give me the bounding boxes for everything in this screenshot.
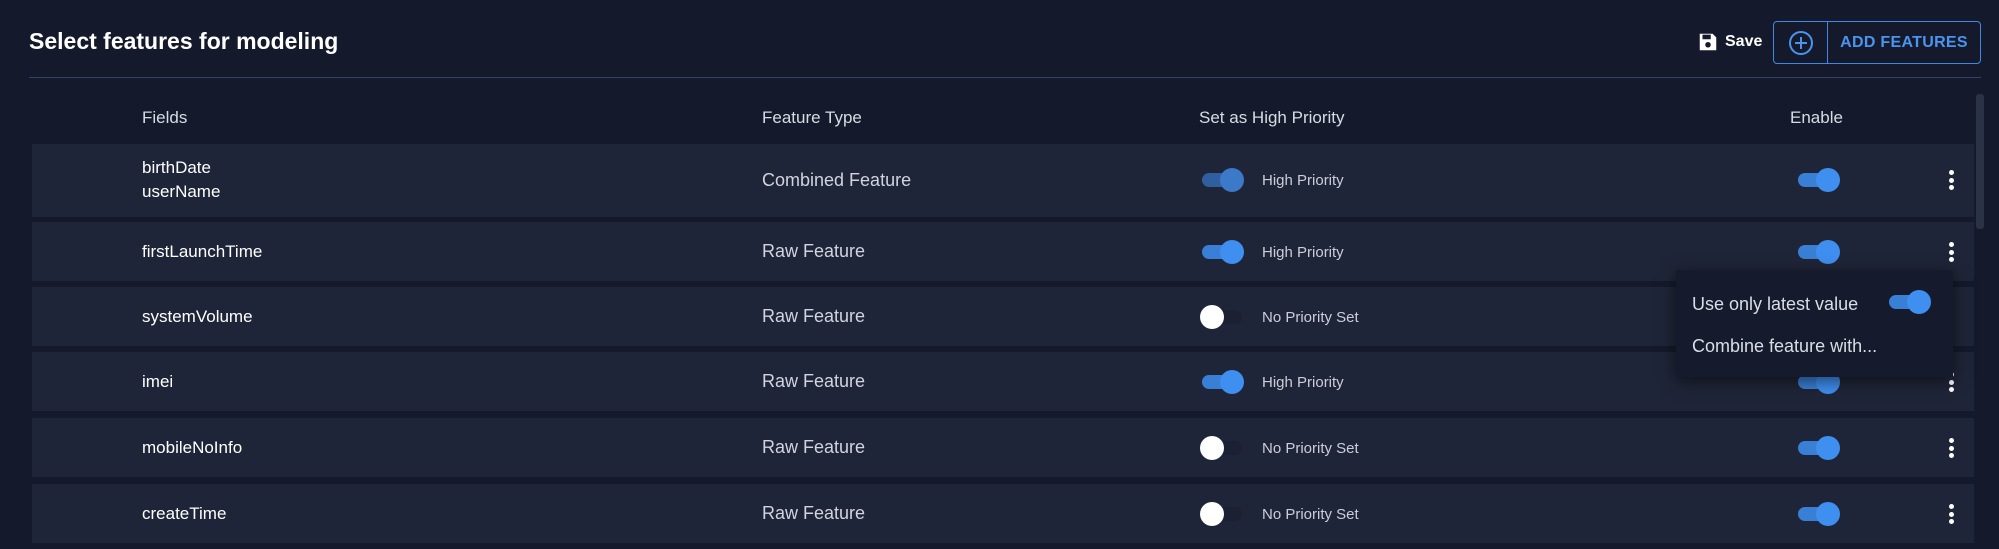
save-button-label: Save (1725, 33, 1763, 50)
priority-label: High Priority (1262, 373, 1344, 391)
priority-cell: No Priority Set (1200, 305, 1359, 329)
enable-toggle[interactable] (1796, 240, 1840, 264)
feature-type: Raw Feature (762, 241, 866, 261)
field-name-line: userName (142, 182, 221, 201)
feature-type: Raw Feature (762, 306, 866, 326)
add-features-button[interactable]: ADD FEATURES (1773, 21, 1981, 64)
feature-type: Raw Feature (762, 503, 866, 523)
priority-toggle[interactable] (1200, 168, 1244, 192)
column-header-enable: Enable (1790, 108, 1843, 127)
field-name: firstLaunchTime (142, 242, 263, 261)
page-title: Select features for modeling (29, 28, 339, 54)
add-features-icon-cell (1774, 22, 1828, 63)
row-options-menu: Use only latest value Combine feature wi… (1676, 270, 1953, 377)
column-header-fields: Fields (142, 108, 188, 127)
column-header-priority: Set as High Priority (1199, 108, 1345, 127)
priority-label: No Priority Set (1262, 308, 1359, 326)
priority-label: High Priority (1262, 243, 1344, 261)
priority-cell: High Priority (1200, 370, 1344, 394)
field-name-line: birthDate (142, 158, 211, 177)
priority-cell: High Priority (1200, 240, 1344, 264)
feature-type: Raw Feature (762, 437, 866, 457)
field-name: mobileNoInfo (142, 438, 243, 457)
field-name: birthDate userName (142, 156, 220, 204)
enable-toggle[interactable] (1796, 502, 1840, 526)
priority-label: No Priority Set (1262, 505, 1359, 523)
field-name: systemVolume (142, 307, 253, 326)
feature-selection-page: Select features for modeling Save ADD FE… (0, 0, 1999, 549)
plus-circle-icon (1788, 30, 1813, 55)
priority-cell: No Priority Set (1200, 502, 1359, 526)
menu-item-use-latest-value[interactable]: Use only latest value (1692, 294, 1858, 315)
latest-value-toggle[interactable] (1887, 290, 1931, 314)
feature-type: Raw Feature (762, 371, 866, 391)
menu-item-combine-feature[interactable]: Combine feature with... (1692, 336, 1877, 357)
more-options-icon[interactable] (1946, 167, 1956, 193)
table-row: createTime Raw Feature No Priority Set (32, 484, 1974, 543)
floppy-disk-icon (1699, 33, 1717, 51)
priority-toggle[interactable] (1200, 502, 1244, 526)
enable-toggle[interactable] (1796, 168, 1840, 192)
save-button[interactable]: Save (1697, 28, 1762, 56)
priority-label: No Priority Set (1262, 439, 1359, 457)
column-header-feature-type: Feature Type (762, 108, 862, 127)
more-options-icon[interactable] (1946, 501, 1956, 527)
priority-toggle[interactable] (1200, 305, 1244, 329)
scrollbar[interactable] (1976, 94, 1984, 229)
enable-toggle[interactable] (1796, 436, 1840, 460)
priority-toggle[interactable] (1200, 240, 1244, 264)
priority-toggle[interactable] (1200, 436, 1244, 460)
field-name: createTime (142, 504, 227, 523)
feature-type: Combined Feature (762, 170, 912, 190)
add-features-label: ADD FEATURES (1840, 33, 1968, 51)
priority-label: High Priority (1262, 171, 1344, 189)
priority-cell: High Priority (1200, 168, 1344, 192)
table-row: mobileNoInfo Raw Feature No Priority Set (32, 418, 1974, 477)
priority-toggle[interactable] (1200, 370, 1244, 394)
field-name: imei (142, 372, 174, 391)
table-row: birthDate userName Combined Feature High… (32, 144, 1974, 217)
more-options-icon[interactable] (1946, 435, 1956, 461)
page-header: Select features for modeling Save ADD FE… (29, 0, 1981, 78)
priority-cell: No Priority Set (1200, 436, 1359, 460)
more-options-icon[interactable] (1946, 239, 1956, 265)
